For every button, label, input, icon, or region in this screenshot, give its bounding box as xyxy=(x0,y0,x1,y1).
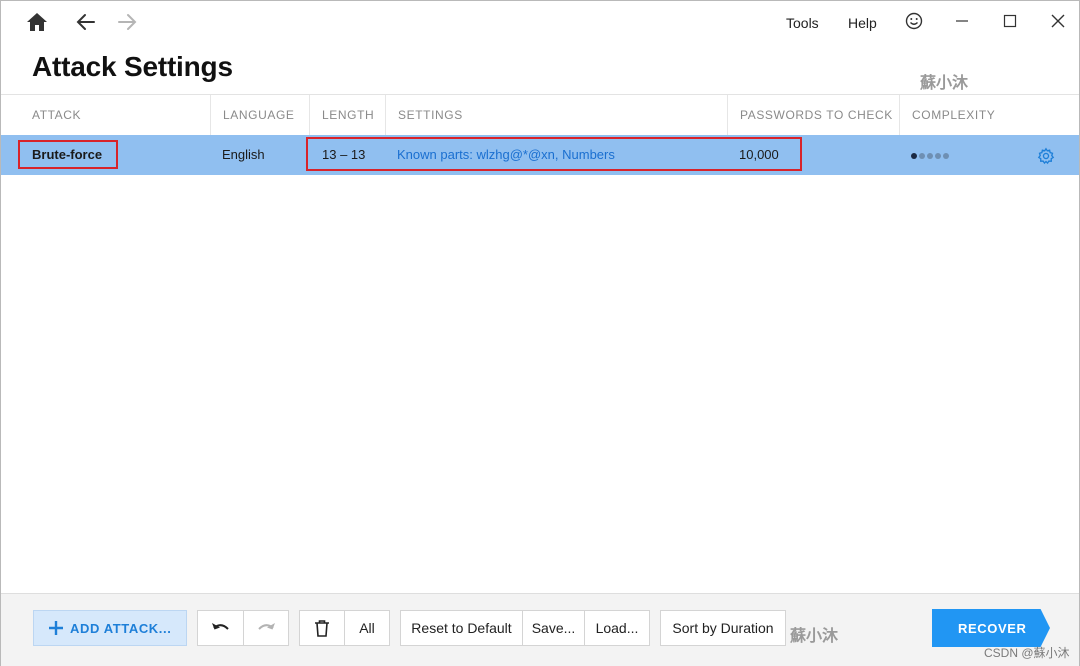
close-button[interactable] xyxy=(1041,7,1075,35)
maximize-button[interactable] xyxy=(993,7,1027,35)
csdn-credit: CSDN @蘇小沐 xyxy=(984,646,1070,660)
save-button[interactable]: Save... xyxy=(522,610,585,646)
smiley-icon xyxy=(905,12,923,30)
recover-button[interactable]: RECOVER xyxy=(932,609,1050,647)
feedback-button[interactable] xyxy=(897,7,931,35)
gear-icon[interactable] xyxy=(1037,147,1055,165)
highlight-box-details xyxy=(306,137,802,171)
close-icon xyxy=(1051,14,1065,28)
home-icon xyxy=(27,13,47,31)
title-bar: Tools Help xyxy=(1,1,1079,45)
home-button[interactable] xyxy=(21,7,53,37)
column-header-complexity[interactable]: COMPLEXITY xyxy=(899,95,1079,136)
column-header-settings[interactable]: SETTINGS xyxy=(385,95,728,136)
back-arrow-icon xyxy=(76,14,95,30)
undo-icon xyxy=(211,623,229,630)
column-header-passwords[interactable]: PASSWORDS TO CHECK xyxy=(727,95,900,136)
column-header-attack[interactable]: ATTACK xyxy=(1,95,211,136)
watermark-top: 蘇小沐 xyxy=(920,73,969,92)
column-header-language[interactable]: LANGUAGE xyxy=(210,95,310,136)
reset-to-default-button[interactable]: Reset to Default xyxy=(400,610,523,646)
forward-arrow-icon xyxy=(118,14,137,30)
redo-button[interactable] xyxy=(243,610,289,646)
sort-by-duration-button[interactable]: Sort by Duration xyxy=(660,610,786,646)
complexity-dot xyxy=(943,153,949,159)
undo-button[interactable] xyxy=(197,610,244,646)
load-button[interactable]: Load... xyxy=(584,610,650,646)
complexity-dot xyxy=(919,153,925,159)
watermark-bottom: 蘇小沐 xyxy=(790,626,839,645)
language-cell: English xyxy=(222,147,265,162)
delete-button[interactable] xyxy=(299,610,345,646)
plus-icon xyxy=(49,621,63,635)
table-header: ATTACK LANGUAGE LENGTH SETTINGS PASSWORD… xyxy=(1,94,1079,137)
minimize-button[interactable] xyxy=(945,7,979,35)
menu-tools[interactable]: Tools xyxy=(786,15,819,31)
delete-all-button[interactable]: All xyxy=(344,610,390,646)
add-attack-button[interactable]: ADD ATTACK... xyxy=(33,610,187,646)
back-button[interactable] xyxy=(70,7,102,37)
highlight-box-attack xyxy=(18,140,118,169)
menu-help[interactable]: Help xyxy=(848,15,877,31)
complexity-dot xyxy=(927,153,933,159)
column-header-length[interactable]: LENGTH xyxy=(309,95,386,136)
complexity-indicator xyxy=(911,153,949,159)
app-window: Tools Help Attack Settings 蘇小沐 ATTACK LA… xyxy=(0,0,1080,666)
minimize-icon xyxy=(956,20,968,22)
add-attack-label: ADD ATTACK... xyxy=(70,620,172,636)
complexity-dot xyxy=(911,153,917,159)
page-title: Attack Settings xyxy=(32,51,233,82)
bottom-toolbar: ADD ATTACK... All Reset to Default Save.… xyxy=(1,593,1079,666)
trash-icon xyxy=(315,620,329,637)
maximize-icon xyxy=(1003,14,1017,28)
redo-icon xyxy=(258,623,275,630)
forward-button[interactable] xyxy=(111,7,143,37)
complexity-dot xyxy=(935,153,941,159)
